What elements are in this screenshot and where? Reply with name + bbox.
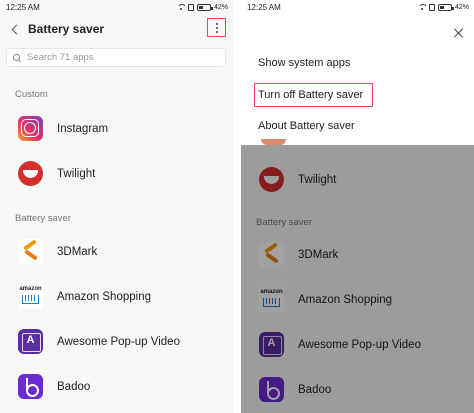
battery-percent: 42% <box>454 3 469 11</box>
3dmark-icon <box>18 239 43 264</box>
app-row-badoo[interactable]: Badoo <box>0 364 233 409</box>
battery-percent: 42% <box>213 3 228 11</box>
right-screen: 12:25 AM 42% Show system apps Turn off B… <box>241 0 474 413</box>
section-header-custom: Custom <box>15 89 48 100</box>
status-icons: 42% <box>417 3 469 11</box>
awesome-popup-video-icon <box>18 329 43 354</box>
app-name: Amazon Shopping <box>57 290 151 303</box>
app-name: Awesome Pop-up Video <box>57 335 180 348</box>
more-dot <box>215 26 218 29</box>
more-dot <box>215 22 218 25</box>
app-name: 3DMark <box>57 245 98 258</box>
wifi-icon <box>176 4 185 10</box>
app-name: Twilight <box>57 167 96 180</box>
wifi-icon <box>417 4 426 10</box>
app-name: Badoo <box>57 380 91 393</box>
battery-icon <box>196 3 213 11</box>
status-icons: 42% <box>176 3 228 11</box>
battery-icon <box>437 3 454 11</box>
left-screen: 12:25 AM 42% Battery saver Custom Instag… <box>0 0 233 413</box>
search-bar[interactable] <box>6 48 226 67</box>
options-menu-sheet: Show system apps Turn off Battery saver … <box>241 14 474 145</box>
app-row-3dmark[interactable]: 3DMark <box>0 229 233 274</box>
close-icon[interactable] <box>454 28 464 38</box>
app-row-awesome-popup-video[interactable]: Awesome Pop-up Video <box>0 319 233 364</box>
status-bar: 12:25 AM 42% <box>0 0 233 14</box>
twilight-icon <box>18 161 43 186</box>
app-header: Battery saver <box>0 14 233 44</box>
sim-icon <box>187 3 194 11</box>
instagram-icon <box>18 116 43 141</box>
badoo-icon <box>18 374 43 399</box>
more-options-button[interactable] <box>207 18 226 37</box>
menu-item-show-system-apps[interactable]: Show system apps <box>258 57 350 69</box>
dim-overlay[interactable] <box>241 145 474 413</box>
search-icon <box>13 53 21 62</box>
section-header-battery-saver: Battery saver <box>15 213 71 224</box>
app-name: Instagram <box>57 122 109 135</box>
page-title: Battery saver <box>28 22 105 36</box>
status-time: 12:25 AM <box>6 2 40 12</box>
amazon-logo-text: amazon <box>19 286 42 292</box>
menu-item-about-battery-saver[interactable]: About Battery saver <box>258 120 355 132</box>
app-row-instagram[interactable]: Instagram <box>0 106 233 151</box>
back-arrow-icon[interactable] <box>3 17 27 41</box>
app-row-twilight[interactable]: Twilight <box>0 151 233 196</box>
menu-item-turn-off-battery-saver[interactable]: Turn off Battery saver <box>258 89 363 101</box>
search-input[interactable] <box>27 52 197 63</box>
cart-icon <box>22 295 39 304</box>
status-time: 12:25 AM <box>247 2 281 12</box>
more-dot <box>215 30 218 33</box>
status-bar: 12:25 AM 42% <box>241 0 474 14</box>
amazon-icon: amazon <box>18 284 43 309</box>
sim-icon <box>428 3 435 11</box>
app-row-amazon-shopping[interactable]: amazon Amazon Shopping <box>0 274 233 319</box>
